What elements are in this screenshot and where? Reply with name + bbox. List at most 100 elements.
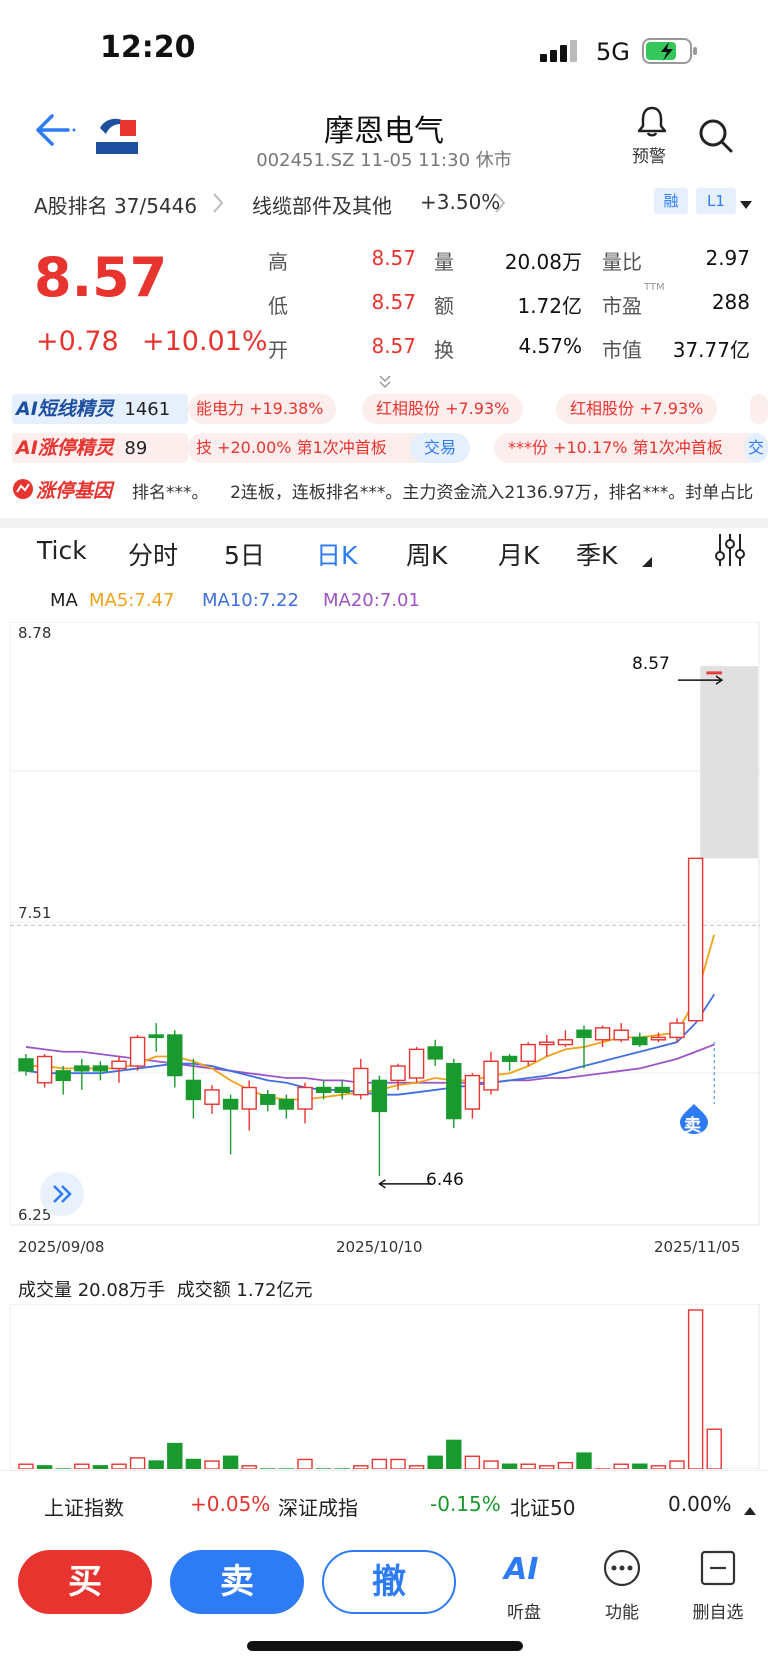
volume-bar [18, 1463, 34, 1469]
quote-label: 市值 [602, 338, 642, 362]
volume-chart[interactable] [10, 1304, 760, 1469]
chevron-right-icon [212, 192, 224, 218]
volume-bar [111, 1463, 127, 1469]
candle-body [408, 1048, 425, 1079]
candle-body [18, 1058, 34, 1072]
tab-period[interactable]: 日K [316, 536, 357, 572]
candle-body [36, 1055, 53, 1084]
ma20-label: MA20:7.01 [323, 590, 420, 611]
caret-down-icon[interactable] [740, 196, 752, 215]
candle-body [483, 1060, 499, 1091]
tab-period[interactable]: 季K [576, 536, 617, 572]
ai-short-pill[interactable]: 红相股份 +7.93% [362, 394, 524, 424]
level-badge[interactable]: L1 [696, 188, 736, 214]
volume-title: 成交量 20.08万手 成交额 1.72亿元 [18, 1280, 313, 1301]
sell-button[interactable]: 卖 [170, 1550, 304, 1614]
signal-icon [540, 40, 584, 62]
settings-sliders-icon[interactable] [712, 532, 748, 572]
index-change: 0.00% [668, 1492, 732, 1516]
caret-up-icon[interactable] [744, 1500, 756, 1519]
expand-chart-button[interactable] [40, 1172, 84, 1216]
candle-body [167, 1034, 183, 1077]
candle-body [632, 1036, 648, 1046]
volume-bar [520, 1463, 536, 1469]
ai-short-label: AI短线精灵 [16, 398, 114, 420]
ai-short-pill[interactable]: 能电力 +19.38% [188, 394, 336, 424]
ai-short-pill[interactable]: 红相股份 +7.93% [556, 394, 718, 424]
index-name[interactable]: 上证指数 [44, 1492, 124, 1521]
index-change: +0.05% [190, 1492, 271, 1516]
volume-bar [92, 1465, 109, 1469]
candle-body [315, 1086, 332, 1094]
expand-chevron-icon[interactable] [378, 374, 392, 394]
limit-gene-tag[interactable]: 涨停基因 [12, 474, 132, 504]
buy-button[interactable]: 买 [18, 1550, 152, 1614]
volume-bar [706, 1428, 722, 1469]
candle-body [687, 857, 704, 1022]
candle-body [390, 1065, 406, 1082]
candle-body [557, 1039, 574, 1046]
x-label-mid: 2025/10/10 [336, 1238, 423, 1256]
ai-listen-button[interactable]: AI 听盘 [494, 1552, 554, 1624]
sector-name[interactable]: 线缆部件及其他 [252, 190, 392, 219]
ai-limit-pill[interactable]: ***份 +10.17% 第1次冲首板 [494, 433, 762, 463]
remove-watchlist-icon [700, 1550, 736, 1586]
tab-period[interactable]: 5日 [224, 536, 265, 572]
ai-limit-label: AI涨停精灵 [16, 437, 114, 459]
quote-label: 换 [434, 338, 454, 362]
index-name[interactable]: 深证成指 [278, 1492, 358, 1521]
candle-body [371, 1079, 388, 1113]
quote-value: 37.77亿 [672, 338, 750, 362]
quote-label: 量 [434, 250, 454, 274]
trade-button-partial[interactable]: 交 [744, 433, 768, 463]
quote-value: 1.72亿 [517, 294, 582, 318]
bell-icon[interactable] [636, 104, 668, 142]
volume-bar [483, 1460, 499, 1469]
candle-body [297, 1086, 313, 1110]
candlestick-chart[interactable] [10, 622, 760, 1226]
ma5-label: MA5:7.47 [89, 590, 175, 611]
alarm-label[interactable]: 预警 [632, 142, 666, 167]
function-label: 功能 [605, 1603, 639, 1623]
a-share-rank[interactable]: A股排名 37/5446 [34, 190, 197, 219]
sell-marker-label: 卖 [684, 1116, 701, 1136]
function-button[interactable]: 功能 [592, 1548, 652, 1624]
tab-period[interactable]: 分时 [128, 536, 178, 572]
quote-label: 市盈 [602, 294, 642, 318]
tab-period[interactable]: Tick [37, 536, 87, 565]
caret-down-icon[interactable] [642, 552, 652, 571]
sector-change: +3.50% [420, 190, 501, 214]
cancel-order-button[interactable]: 撤 [322, 1550, 456, 1614]
price-change-pct: +10.01% [142, 326, 268, 357]
search-icon[interactable] [698, 118, 734, 158]
candle-body [260, 1093, 276, 1105]
candle-body [464, 1074, 481, 1110]
volume-bar [687, 1309, 704, 1469]
candle-body [111, 1060, 127, 1070]
volume-bar [185, 1458, 202, 1469]
volume-bar [129, 1457, 146, 1469]
trade-button[interactable]: 交易 [410, 433, 471, 463]
candle-body [55, 1070, 71, 1082]
index-name[interactable]: 北证50 [510, 1492, 575, 1521]
quote-value: 8.57 [371, 290, 416, 314]
ma10-label: MA10:7.22 [202, 590, 299, 611]
candle-body [427, 1046, 443, 1060]
ai-limit-tag[interactable]: AI涨停精灵 89 [12, 433, 188, 463]
volume-bar [539, 1465, 555, 1469]
high-annotation: 8.57 [632, 654, 670, 674]
remove-watchlist-button[interactable]: 删自选 [688, 1548, 748, 1624]
volume-bar [650, 1465, 667, 1469]
ai-short-pill-partial[interactable] [750, 394, 768, 424]
ma-label: MA [50, 590, 78, 611]
ai-limit-pill-text: 技 +20.00% 第1次冲首板 [196, 438, 387, 457]
sell-marker[interactable]: 卖 [680, 1104, 708, 1136]
candle-body [185, 1079, 202, 1101]
tab-period[interactable]: 周K [406, 536, 447, 572]
ai-short-tag[interactable]: AI短线精灵 1461 [12, 394, 188, 424]
tab-period[interactable]: 月K [498, 536, 539, 572]
volume-bar [222, 1455, 239, 1469]
volume-bar [613, 1463, 629, 1469]
quote-value: 20.08万 [504, 250, 582, 274]
quote-value: 2.97 [705, 246, 750, 270]
